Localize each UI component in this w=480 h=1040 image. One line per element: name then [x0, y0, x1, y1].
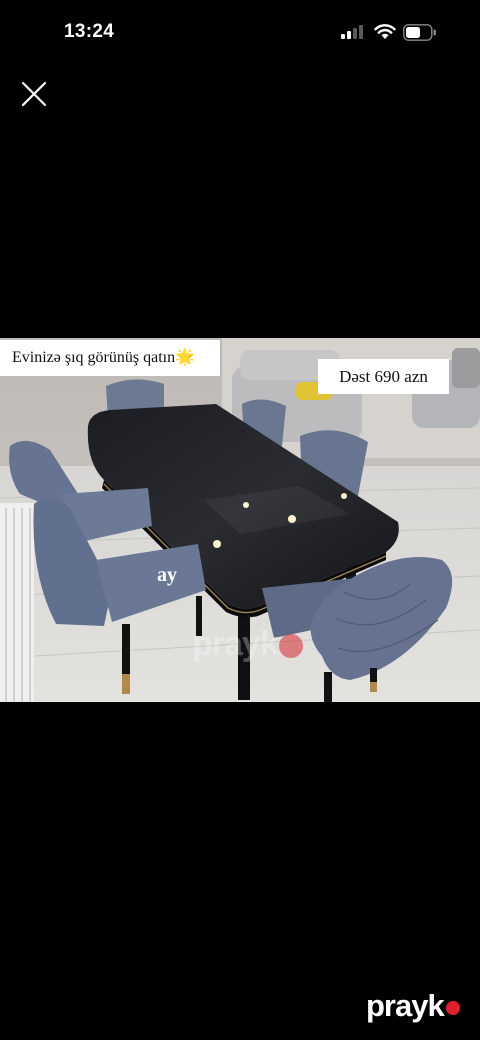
- post-caption: Evinizə şıq görünüş qatın🌟: [0, 340, 220, 376]
- status-time: 13:24: [64, 21, 115, 42]
- price-label: Dəst 690 azn: [318, 359, 449, 394]
- post-photo[interactable]: Evinizə şıq görünüş qatın🌟 Dəst 690 azn …: [0, 338, 480, 702]
- close-icon[interactable]: [18, 78, 50, 110]
- dynamic-island: [168, 12, 310, 53]
- status-bar: 13:24: [0, 0, 480, 64]
- photo-watermark-text: prayk: [192, 625, 279, 663]
- battery-icon: [403, 24, 436, 41]
- cellular-signal-icon: [341, 25, 365, 39]
- seller-mark: ay: [157, 564, 177, 586]
- brand-dot-icon: [445, 1000, 460, 1015]
- wifi-icon: [374, 24, 396, 39]
- brand-logo: prayk: [366, 988, 460, 1024]
- watermark-dot-icon: [278, 634, 303, 659]
- photo-watermark: prayk: [192, 625, 303, 664]
- brand-name: prayk: [366, 988, 445, 1023]
